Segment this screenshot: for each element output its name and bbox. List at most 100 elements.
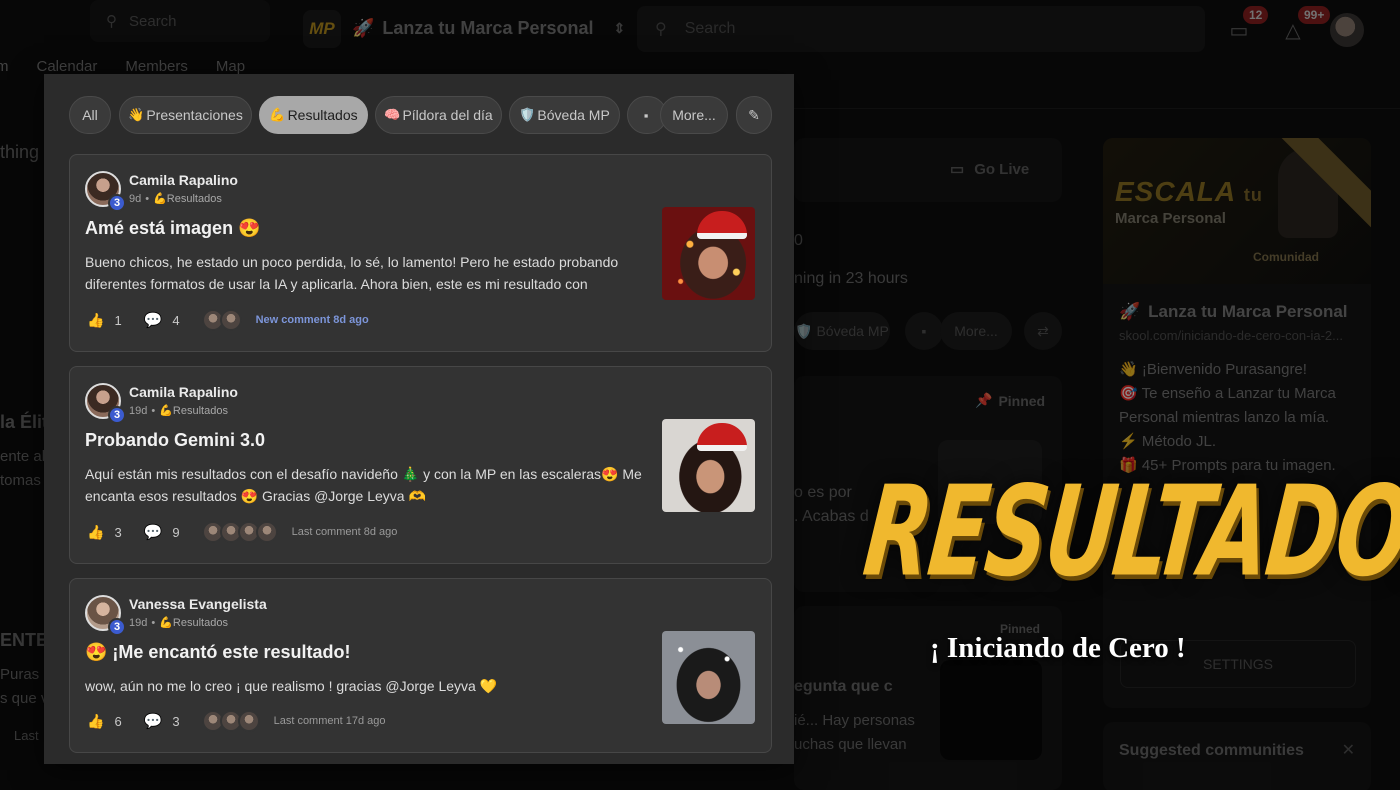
bg-fragment: uchas que llevan — [794, 736, 907, 753]
left-fragment: s que v — [0, 690, 49, 707]
post-title[interactable]: Amé está imagen 😍 — [85, 218, 260, 239]
thumbs-up-icon[interactable]: 👍 — [87, 713, 104, 730]
pinned-label: 📌 Pinned — [975, 392, 1046, 409]
bg-fragment: egunta que c — [794, 678, 893, 695]
community-switcher[interactable]: 🚀 Lanza tu Marca Personal ⇕ — [352, 18, 625, 39]
shield-icon: 🛡️ — [519, 107, 536, 122]
author-name[interactable]: Camila Rapalino — [129, 384, 238, 400]
commenter-avatar — [237, 710, 260, 732]
category-filter-bar: All 👋 Presentaciones 💪 Resultados 🧠 Píldora… — [69, 96, 774, 134]
user-avatar[interactable] — [1330, 13, 1364, 47]
sidebar-title: 🚀 Lanza tu Marca Personal — [1119, 302, 1348, 321]
comment-icon[interactable]: 💬 — [144, 523, 163, 541]
bg-fragment: 0 — [794, 232, 803, 249]
author-name[interactable]: Vanessa Evangelista — [129, 596, 267, 612]
bg-pill[interactable]: ▪ — [905, 312, 943, 350]
post-meta: 9d • 💪Resultados — [129, 192, 222, 206]
post-category[interactable]: 💪Resultados — [159, 616, 228, 629]
bg-thumbnail — [940, 660, 1042, 760]
last-comment-time: Last comment 8d ago — [291, 526, 398, 538]
left-search-input[interactable]: ⚲ Search — [90, 0, 270, 42]
close-icon[interactable]: ✕ — [1342, 740, 1355, 760]
post-meta: 19d • 💪Resultados — [129, 404, 228, 418]
comment-icon[interactable]: 💬 — [144, 311, 163, 329]
level-badge: 3 — [108, 406, 126, 424]
commenter-avatar — [255, 521, 278, 543]
chip-more[interactable]: More... — [660, 96, 728, 134]
post-title[interactable]: 😍 ¡Me encantó este resultado! — [85, 642, 350, 663]
post-thumbnail[interactable] — [662, 631, 755, 724]
promo-headline: RESULTADOS — [857, 459, 1400, 605]
community-banner: ESCALA tu Marca Personal Comunidad — [1103, 138, 1371, 284]
chevron-updown-icon: ⇕ — [613, 20, 626, 36]
edit-filters-button[interactable]: ✎ — [736, 96, 772, 134]
post-meta: 19d • 💪Resultados — [129, 616, 228, 630]
comment-count: 3 — [172, 713, 180, 729]
chip-all[interactable]: All — [69, 96, 111, 134]
author-name[interactable]: Camila Rapalino — [129, 172, 238, 188]
chip-boveda[interactable]: 🛡️ Bóveda MP — [509, 96, 620, 134]
like-count: 6 — [114, 713, 122, 729]
bg-fragment: ning in 23 hours — [794, 270, 908, 287]
left-nav-item[interactable]: m — [0, 58, 9, 75]
post-age: 19d — [129, 616, 148, 629]
commenter-avatars — [201, 309, 242, 331]
community-url[interactable]: skool.com/iniciando-de-cero-con-ia-2... — [1119, 328, 1343, 343]
community-name: Lanza tu Marca Personal — [382, 18, 594, 38]
post-card[interactable]: 3 Vanessa Evangelista 19d • 💪Resultados 😍… — [69, 578, 772, 753]
thumbs-up-icon[interactable]: 👍 — [87, 312, 104, 329]
thumbs-up-icon[interactable]: 👍 — [87, 524, 104, 541]
search-icon: ⚲ — [106, 13, 117, 30]
bg-fragment: . Acabas d — [794, 508, 869, 525]
left-nav-item[interactable]: Members — [125, 58, 188, 75]
level-badge: 3 — [108, 618, 126, 636]
left-fragment: tomas — [0, 472, 41, 489]
banner-title: ESCALA tu — [1115, 176, 1263, 207]
post-card[interactable]: 3 Camila Rapalino 19d • 💪Resultados Proba… — [69, 366, 772, 564]
commenter-avatars — [201, 710, 260, 732]
comment-icon[interactable]: 💬 — [144, 712, 163, 730]
left-nav-item[interactable]: Map — [216, 58, 245, 75]
pin-icon: 📌 — [975, 392, 993, 408]
post-age: 9d — [129, 192, 142, 205]
community-logo[interactable]: MP — [303, 10, 341, 48]
search-icon: ⚲ — [655, 21, 667, 38]
chip-resultados[interactable]: 💪 Resultados — [259, 96, 368, 134]
like-count: 1 — [114, 312, 122, 328]
go-live-button[interactable]: ▭ Go Live — [950, 160, 1029, 179]
chip-pildora[interactable]: 🧠 Píldora del día — [375, 96, 502, 134]
bg-pill[interactable]: More... — [940, 312, 1012, 350]
brain-icon: 🧠 — [384, 107, 401, 122]
square-icon: ▪ — [643, 107, 649, 123]
bg-fragment: o es por — [794, 484, 852, 501]
post-excerpt: wow, aún no me lo creo ¡ que realismo ! … — [85, 678, 498, 694]
post-card[interactable]: 3 Camila Rapalino 9d • 💪Resultados Amé es… — [69, 154, 772, 352]
rocket-icon: 🚀 — [1119, 302, 1141, 321]
left-fragment: la Élit — [0, 412, 49, 432]
post-age: 19d — [129, 404, 148, 417]
last-comment-time: New comment 8d ago — [255, 314, 369, 326]
like-count: 3 — [114, 524, 122, 540]
post-thumbnail[interactable] — [662, 419, 755, 512]
comment-count: 4 — [172, 312, 180, 328]
bg-pill[interactable]: 🛡️ Bóveda MP — [794, 312, 890, 350]
post-category[interactable]: 💪Resultados — [153, 192, 222, 205]
notification-badge: 99+ — [1298, 6, 1331, 24]
chat-badge: 12 — [1243, 6, 1269, 24]
screen: ⚲ Search m Calendar Members Map thing la… — [0, 0, 1400, 790]
post-title[interactable]: Probando Gemini 3.0 — [85, 430, 265, 451]
commenter-avatars — [201, 521, 278, 543]
left-nav-item[interactable]: Calendar — [37, 58, 98, 75]
left-nav: m Calendar Members Map — [0, 58, 245, 75]
chip-presentaciones[interactable]: 👋 Presentaciones — [119, 96, 252, 134]
pencil-icon: ✎ — [748, 106, 760, 123]
search-input[interactable]: ⚲ Search — [637, 6, 1205, 52]
post-thumbnail[interactable] — [662, 207, 755, 300]
post-category[interactable]: 💪Resultados — [159, 404, 228, 417]
banner-tag: Comunidad — [1253, 250, 1319, 264]
bg-pill[interactable]: ⇄ — [1024, 312, 1062, 350]
post-excerpt: Aquí están mis resultados con el desafío… — [85, 466, 642, 504]
left-fragment: Puras — [0, 666, 40, 683]
rocket-icon: 🚀 — [352, 18, 375, 38]
muscle-icon: 💪 — [269, 107, 286, 122]
